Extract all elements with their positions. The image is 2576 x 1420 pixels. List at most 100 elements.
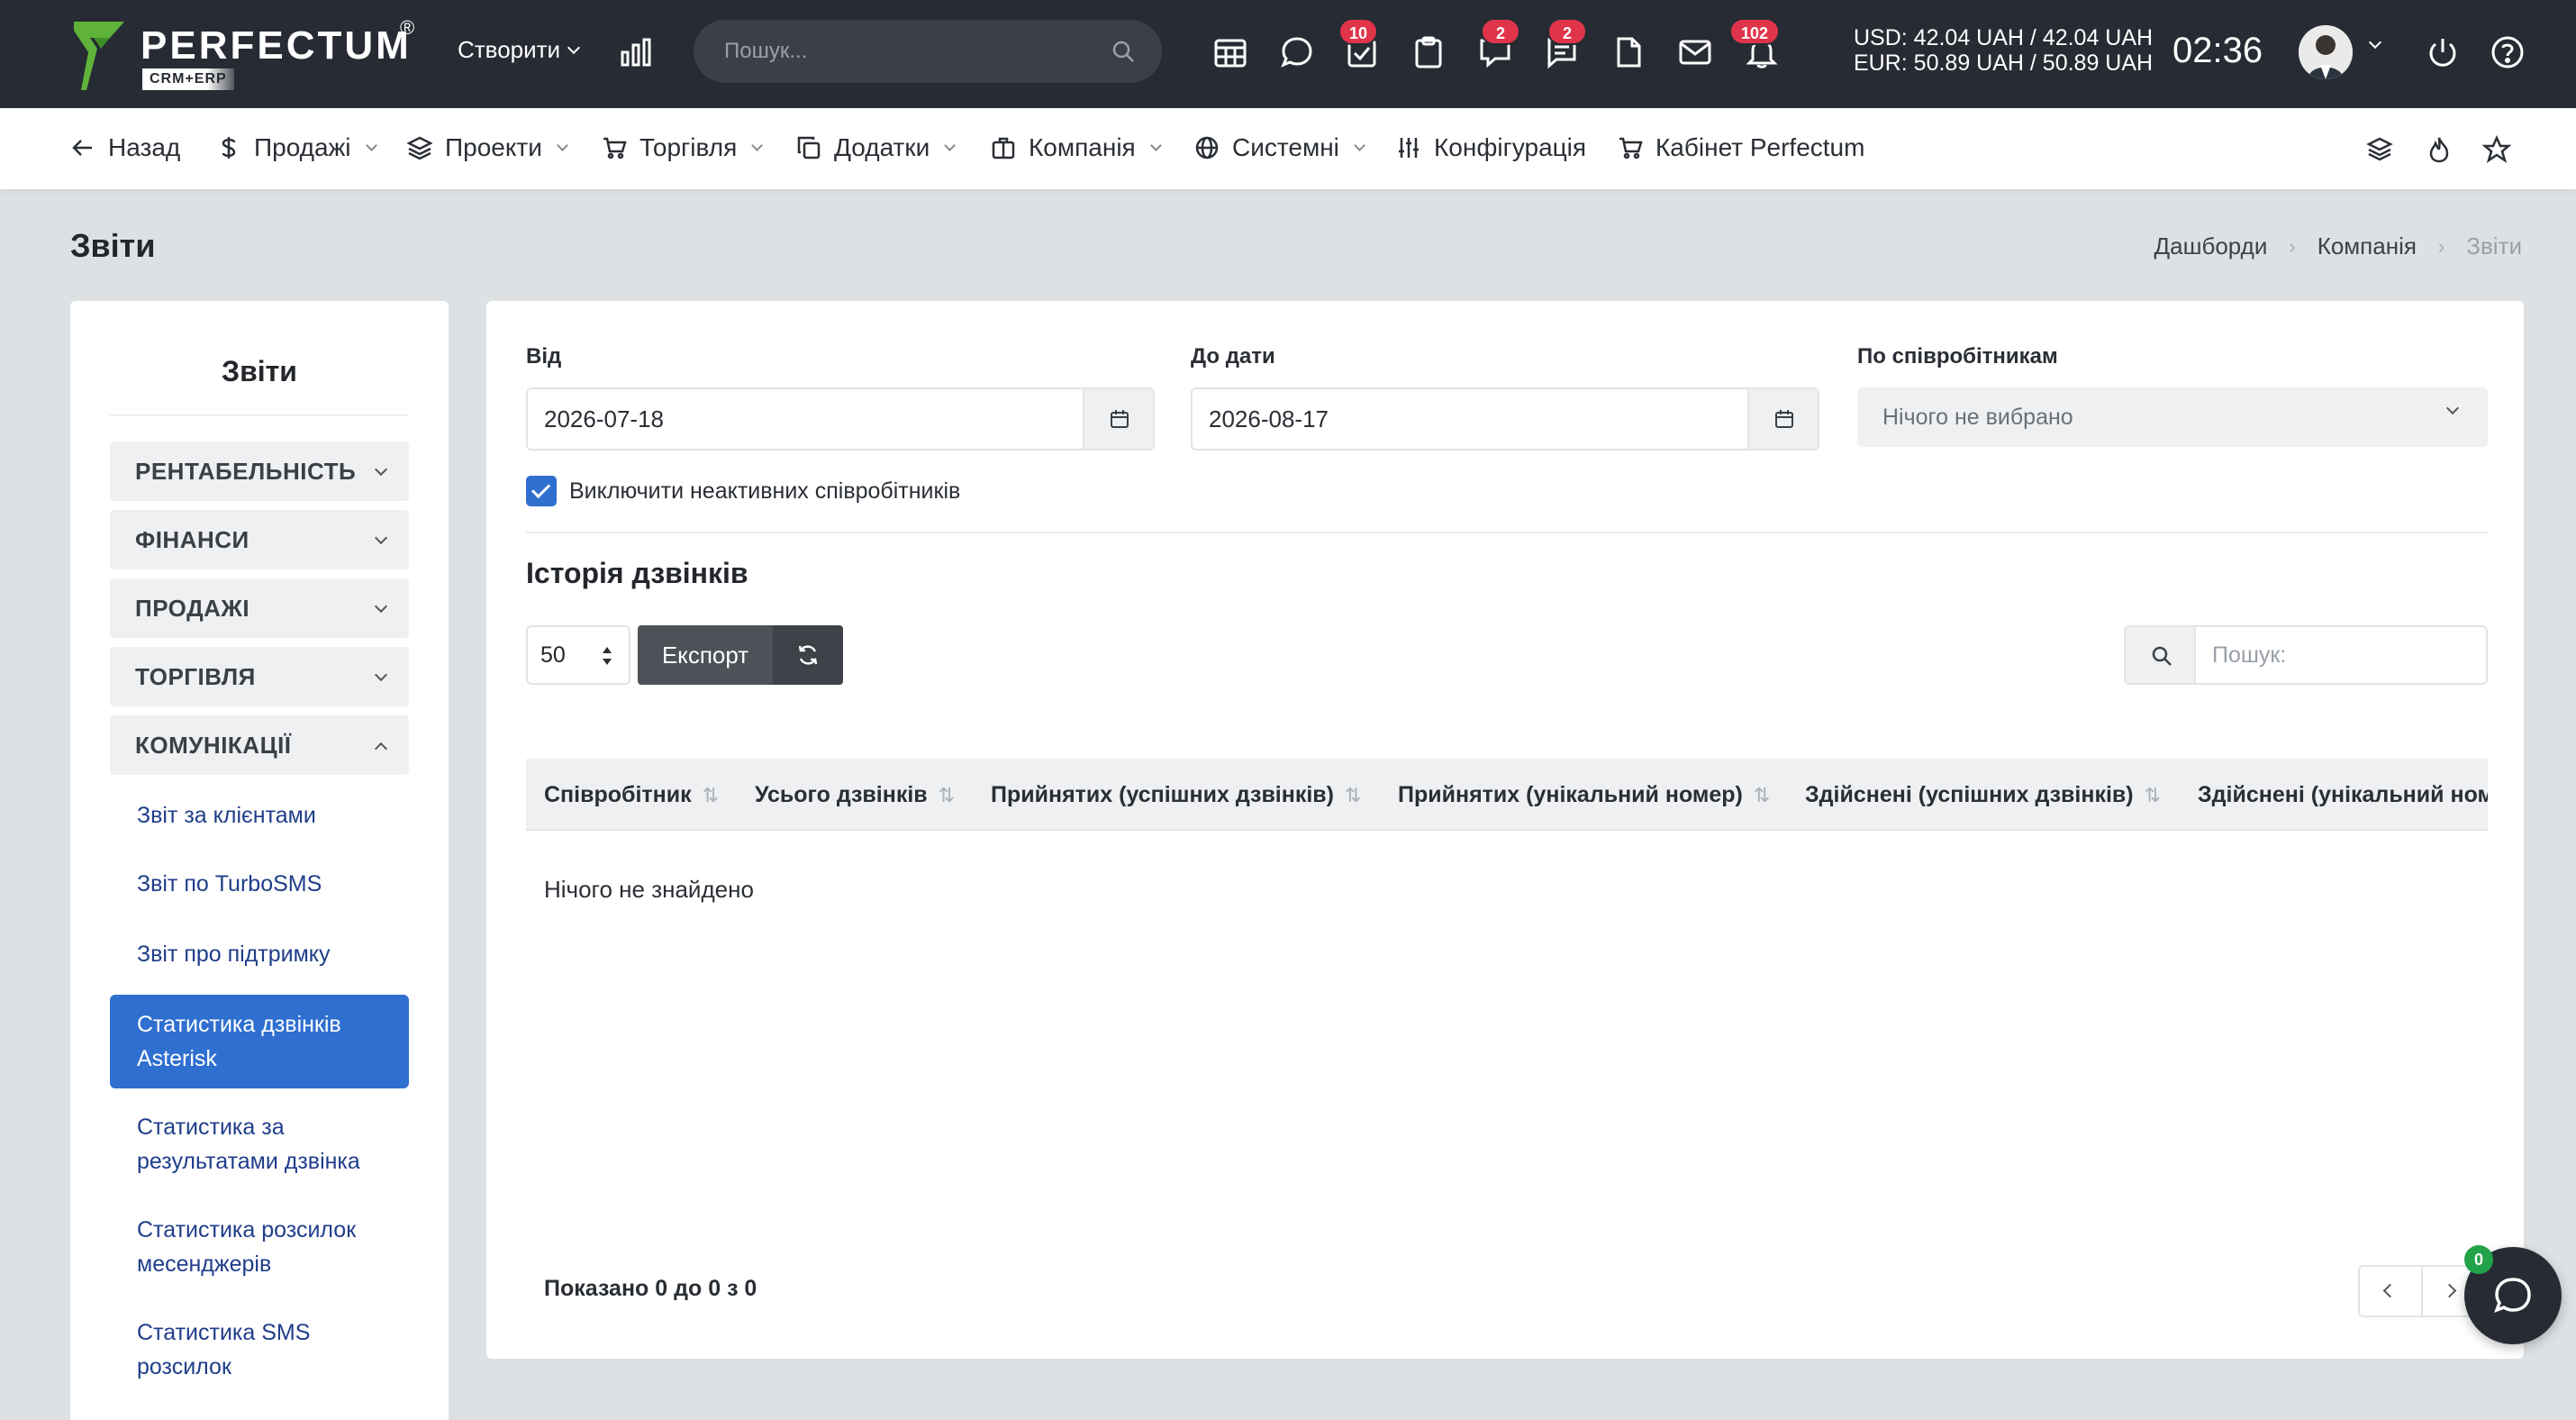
sidebar-link-support-report[interactable]: Звіт про підтримку bbox=[137, 937, 407, 971]
cart-icon bbox=[1619, 137, 1643, 159]
column-header-employee[interactable]: Співробітник ⇅ bbox=[544, 759, 719, 829]
exclude-inactive-checkbox-row[interactable]: Виключити неактивних співробітників bbox=[526, 476, 960, 506]
global-search-input[interactable] bbox=[724, 20, 1102, 83]
section-divider bbox=[526, 532, 2488, 533]
export-button[interactable]: Експорт bbox=[638, 625, 773, 685]
column-header-accepted-unique[interactable]: Прийнятих (унікальний номер) ⇅ bbox=[1398, 759, 1770, 829]
column-header-total-calls[interactable]: Усього дзвінків ⇅ bbox=[755, 759, 955, 829]
staff-filter-label: По співробітникам bbox=[1857, 344, 2058, 369]
chevron-right-icon bbox=[2442, 1283, 2457, 1298]
staff-filter-select[interactable]: Нічого не вибрано bbox=[1857, 387, 2488, 447]
sidebar-group-finance[interactable]: ФІНАНСИ bbox=[110, 510, 409, 569]
nav-company[interactable]: Компанія bbox=[991, 133, 1162, 162]
nav-trade-label: Торгівля bbox=[639, 133, 738, 161]
sidebar-group-sales[interactable]: ПРОДАЖІ bbox=[110, 578, 409, 638]
discussions-badge: 2 bbox=[1481, 18, 1520, 45]
breadcrumb-current: Звіти bbox=[2466, 232, 2522, 259]
star-icon[interactable] bbox=[2482, 135, 2511, 164]
sidebar-group-communications[interactable]: КОМУНІКАЦІЇ bbox=[110, 715, 409, 775]
sort-icon: ⇅ bbox=[2144, 784, 2162, 806]
nav-system[interactable]: Системні bbox=[1194, 133, 1365, 162]
nav-projects[interactable]: Проекти bbox=[407, 133, 568, 162]
help-icon[interactable] bbox=[2490, 34, 2526, 70]
logo-mark-icon bbox=[74, 22, 124, 90]
table-info: Показано 0 до 0 з 0 bbox=[544, 1276, 757, 1301]
search-icon bbox=[2152, 646, 2172, 666]
nav-back[interactable]: Назад bbox=[70, 133, 180, 162]
briefcase-icon bbox=[992, 137, 1015, 159]
chat-bubble-icon[interactable] bbox=[1279, 34, 1315, 70]
global-search[interactable] bbox=[694, 20, 1162, 83]
chat-bubble-icon bbox=[2494, 1278, 2531, 1313]
logo[interactable]: PERFECTUM ® CRM+ERP bbox=[70, 16, 431, 94]
chevron-up-icon bbox=[374, 742, 388, 756]
breadcrumb: Дашборди › Компанія › Звіти bbox=[2154, 232, 2522, 260]
from-date-input[interactable] bbox=[544, 389, 1048, 449]
user-avatar-icon bbox=[2299, 25, 2353, 79]
sidebar-group-trade[interactable]: ТОРГІВЛЯ bbox=[110, 647, 409, 706]
nav-back-label: Назад bbox=[108, 133, 181, 161]
sidebar-link-asterisk-stats[interactable]: Статистика дзвінків Asterisk bbox=[110, 995, 409, 1088]
sidebar-group-label: ПРОДАЖІ bbox=[135, 595, 250, 622]
nav-trade[interactable]: Торгівля bbox=[602, 133, 764, 162]
power-icon[interactable] bbox=[2425, 34, 2461, 70]
chevron-down-icon bbox=[557, 139, 568, 151]
sidebar-link-call-results-stats[interactable]: Статистика за результатами дзвінка bbox=[137, 1110, 407, 1179]
column-header-made-unique[interactable]: Здійснені (унікальний номер)⇅ bbox=[2198, 759, 2488, 829]
avatar[interactable] bbox=[2299, 25, 2353, 79]
sidebar-link-sms-stats[interactable]: Статистика SMS розсилок bbox=[137, 1315, 407, 1384]
breadcrumb-separator-icon: › bbox=[2437, 234, 2445, 258]
file-icon[interactable] bbox=[1610, 34, 1646, 70]
chat-unread-badge: 0 bbox=[2464, 1245, 2493, 1274]
from-date-calendar-button[interactable] bbox=[1083, 389, 1153, 449]
nav-addons[interactable]: Додатки bbox=[796, 133, 957, 162]
sidebar-group-profitability[interactable]: РЕНТАБЕЛЬНІСТЬ bbox=[110, 441, 409, 501]
nav-system-label: Системні bbox=[1232, 133, 1339, 161]
calendar-table-icon[interactable] bbox=[1212, 34, 1248, 70]
search-icon[interactable] bbox=[1111, 40, 1135, 63]
nav-addons-label: Додатки bbox=[834, 133, 930, 161]
copy-icon bbox=[797, 136, 821, 159]
page-title: Звіти bbox=[70, 227, 156, 264]
nav-cabinet[interactable]: Кабінет Perfectum bbox=[1618, 133, 1864, 162]
mail-icon[interactable] bbox=[1677, 34, 1713, 70]
table-search[interactable] bbox=[2124, 625, 2488, 685]
user-menu-chevron-icon[interactable] bbox=[2368, 35, 2382, 50]
layers-icon[interactable] bbox=[2365, 135, 2394, 164]
table-search-button[interactable] bbox=[2126, 627, 2196, 683]
cart-icon bbox=[603, 137, 627, 159]
nav-config[interactable]: Конфігурація bbox=[1396, 133, 1586, 162]
sidebar-link-turbosms-report[interactable]: Звіт по TurboSMS bbox=[137, 867, 407, 901]
chevron-down-icon bbox=[751, 139, 764, 151]
sidebar-link-messenger-stats[interactable]: Статистика розсилок месенджерів bbox=[137, 1213, 407, 1281]
column-header-accepted-success[interactable]: Прийнятих (успішних дзвінків) ⇅ bbox=[991, 759, 1361, 829]
bar-chart-icon[interactable] bbox=[620, 36, 652, 68]
exclude-inactive-checkbox[interactable] bbox=[526, 476, 557, 506]
report-card: Від До дати По співробітникам Нічого не … bbox=[486, 301, 2524, 1359]
from-date-field[interactable] bbox=[526, 387, 1155, 451]
to-date-input[interactable] bbox=[1209, 389, 1713, 449]
nav-company-label: Компанія bbox=[1029, 133, 1136, 161]
create-menu[interactable]: Створити bbox=[458, 36, 581, 64]
pagination-prev-button[interactable] bbox=[2360, 1267, 2421, 1315]
breadcrumb-company[interactable]: Компанія bbox=[2317, 232, 2417, 260]
arrow-left-icon bbox=[72, 140, 92, 156]
from-date-label: Від bbox=[526, 344, 562, 369]
to-date-field[interactable] bbox=[1191, 387, 1819, 451]
layers-icon bbox=[407, 136, 432, 160]
table-search-input[interactable] bbox=[2212, 627, 2473, 683]
column-header-made-success[interactable]: Здійснені (успішних дзвінків) ⇅ bbox=[1805, 759, 2162, 829]
sidebar-link-clients-report[interactable]: Звіт за клієнтами bbox=[137, 798, 407, 833]
to-date-calendar-button[interactable] bbox=[1747, 389, 1818, 449]
page-length-select[interactable]: 50 bbox=[526, 625, 630, 685]
chevron-down-icon bbox=[374, 531, 388, 545]
clipboard-icon[interactable] bbox=[1410, 34, 1447, 70]
fire-icon[interactable] bbox=[2425, 135, 2454, 164]
chevron-down-icon bbox=[374, 462, 388, 477]
refresh-icon bbox=[798, 645, 818, 665]
refresh-button[interactable] bbox=[773, 625, 843, 685]
nav-sales[interactable]: Продажі bbox=[216, 133, 377, 162]
exchange-rates: USD: 42.04 UAH / 42.04 UAH EUR: 50.89 UA… bbox=[1854, 25, 2153, 76]
breadcrumb-dashboards[interactable]: Дашборди bbox=[2154, 232, 2268, 260]
table-empty-message: Нічого не знайдено bbox=[544, 876, 754, 903]
